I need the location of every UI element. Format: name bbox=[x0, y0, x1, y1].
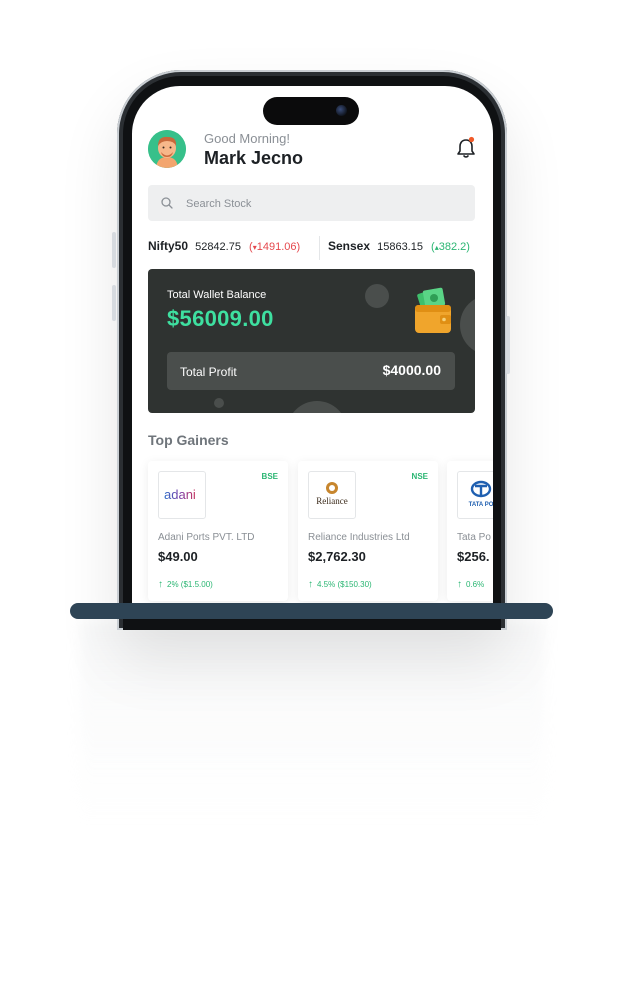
company-name: Adani Ports PVT. LTD bbox=[158, 532, 255, 543]
index-sensex[interactable]: Sensex 15863.15 (▴382.2) bbox=[328, 239, 470, 253]
display-stand bbox=[70, 603, 553, 619]
gainer-card-tata[interactable]: TATA PO Tata Po $256. ↑ 0.6% bbox=[447, 461, 493, 601]
search-icon bbox=[161, 197, 173, 209]
decor-circle bbox=[365, 284, 389, 308]
search-input[interactable] bbox=[184, 193, 458, 215]
exchange-badge: BSE bbox=[261, 472, 278, 481]
adani-logo-icon: adani bbox=[164, 487, 196, 502]
decor-circle bbox=[214, 398, 224, 408]
power-button bbox=[506, 316, 510, 374]
company-name: Tata Po bbox=[457, 532, 491, 543]
arrow-up-icon: ↑ bbox=[158, 579, 163, 590]
stock-price: $2,762.30 bbox=[308, 549, 366, 564]
volume-up-button bbox=[112, 232, 116, 268]
decor-circle bbox=[460, 295, 475, 355]
total-profit-box: Total Profit $4000.00 bbox=[167, 352, 455, 390]
index-value: 15863.15 bbox=[377, 241, 423, 253]
company-logo: adani bbox=[158, 471, 206, 519]
user-name: Mark Jecno bbox=[204, 148, 304, 168]
bell-icon bbox=[457, 136, 475, 158]
index-change: (▾1491.06) bbox=[249, 241, 301, 253]
phone-reflection bbox=[80, 622, 544, 822]
notification-bell-button[interactable] bbox=[455, 136, 477, 160]
divider bbox=[319, 236, 320, 260]
company-logo: Reliance bbox=[308, 471, 356, 519]
decor-circle bbox=[287, 401, 347, 413]
svg-text:TATA PO: TATA PO bbox=[469, 502, 493, 508]
wallet-money-icon bbox=[415, 287, 451, 333]
wallet-card[interactable]: Total Wallet Balance $56009.00 Total Pro… bbox=[148, 269, 475, 413]
tata-logo-icon: TATA PO bbox=[469, 480, 493, 508]
index-name: Nifty50 bbox=[148, 239, 189, 253]
wallet-amount: $56009.00 bbox=[167, 306, 274, 331]
price-change: ↑ 4.5% ($150.30) bbox=[308, 579, 372, 590]
wallet-label: Total Wallet Balance bbox=[167, 289, 267, 301]
profit-label: Total Profit bbox=[180, 365, 237, 379]
company-logo: TATA PO bbox=[457, 471, 493, 519]
notification-dot bbox=[468, 136, 475, 143]
greeting-text: Good Morning! bbox=[204, 131, 290, 146]
index-name: Sensex bbox=[328, 239, 371, 253]
price-change: ↑ 2% ($1.5.00) bbox=[158, 579, 213, 590]
index-nifty50[interactable]: Nifty50 52842.75 (▾1491.06) bbox=[148, 239, 300, 253]
avatar[interactable] bbox=[148, 130, 186, 168]
stock-price: $49.00 bbox=[158, 549, 198, 564]
search-bar[interactable] bbox=[148, 185, 475, 221]
dynamic-island bbox=[263, 97, 359, 125]
exchange-badge: NSE bbox=[411, 472, 428, 481]
index-change: (▴382.2) bbox=[431, 241, 470, 253]
gainer-card-reliance[interactable]: Reliance NSE Reliance Industries Ltd $2,… bbox=[298, 461, 438, 601]
arrow-up-icon: ↑ bbox=[308, 579, 313, 590]
index-value: 52842.75 bbox=[195, 241, 241, 253]
arrow-up-icon: ↑ bbox=[457, 579, 462, 590]
company-name: Reliance Industries Ltd bbox=[308, 532, 410, 543]
svg-text:Reliance: Reliance bbox=[316, 496, 347, 506]
price-change: ↑ 0.6% bbox=[457, 579, 485, 590]
app-screen: Good Morning! Mark Jecno Nifty50 52842.7… bbox=[132, 86, 493, 606]
user-avatar-icon bbox=[148, 130, 186, 168]
gainer-card-adani[interactable]: adani BSE Adani Ports PVT. LTD $49.00 ↑ 2… bbox=[148, 461, 288, 601]
section-title-top-gainers: Top Gainers bbox=[148, 432, 229, 448]
stock-price: $256. bbox=[457, 549, 490, 564]
volume-down-button bbox=[112, 285, 116, 321]
svg-text:adani: adani bbox=[164, 487, 196, 502]
reliance-logo-icon: Reliance bbox=[316, 482, 348, 506]
profit-value: $4000.00 bbox=[382, 362, 441, 378]
